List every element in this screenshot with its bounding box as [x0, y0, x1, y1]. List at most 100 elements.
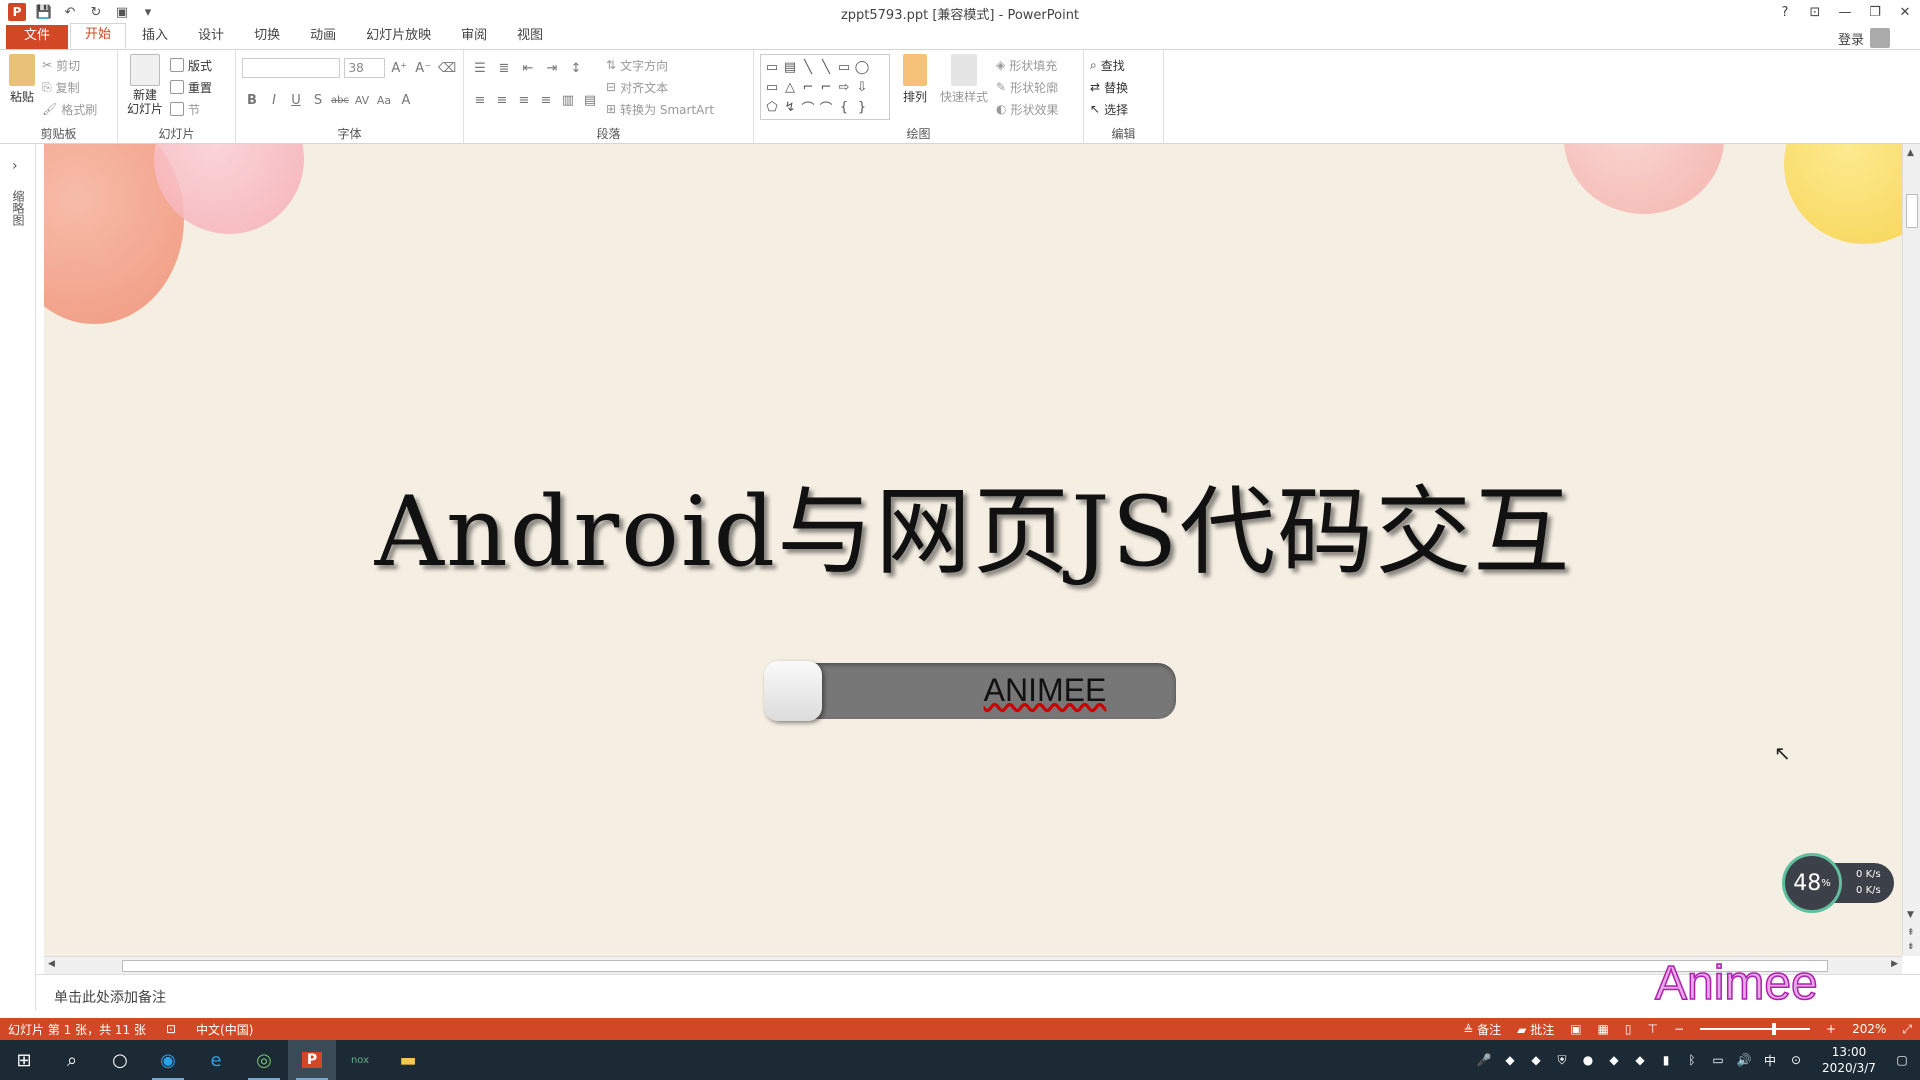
shape-item[interactable]: ⌒: [799, 97, 817, 117]
line-spacing-icon[interactable]: ↕: [566, 58, 586, 78]
horizontal-scroll-thumb[interactable]: [122, 960, 1828, 972]
comments-toggle-button[interactable]: ▰ 批注: [1517, 1021, 1554, 1038]
columns-icon[interactable]: ▤: [580, 90, 600, 110]
tab-home[interactable]: 开始: [70, 23, 127, 49]
scroll-left-icon[interactable]: ◀: [48, 959, 55, 969]
zoom-out-button[interactable]: −: [1674, 1022, 1684, 1036]
tab-slideshow[interactable]: 幻灯片放映: [352, 25, 445, 49]
shape-item[interactable]: ⬠: [763, 97, 781, 117]
fit-slide-icon[interactable]: ⤢: [1902, 1022, 1912, 1037]
align-center-icon[interactable]: ≡: [492, 90, 512, 110]
shape-item[interactable]: ▭: [763, 77, 781, 97]
layout-button[interactable]: 版式: [170, 54, 212, 76]
section-button[interactable]: 节: [170, 98, 212, 120]
redo-icon[interactable]: ↻: [88, 4, 104, 20]
scroll-right-icon[interactable]: ▶: [1891, 959, 1898, 969]
zoom-level[interactable]: 202%: [1852, 1022, 1886, 1036]
justify-icon[interactable]: ≡: [536, 90, 556, 110]
bold-button[interactable]: B: [242, 90, 262, 110]
help-button[interactable]: ?: [1770, 0, 1800, 24]
restore-button[interactable]: ❐: [1860, 0, 1890, 24]
cortana-icon[interactable]: ○: [96, 1040, 144, 1080]
nox-player-icon[interactable]: nox: [336, 1040, 384, 1080]
numbering-icon[interactable]: ≣: [494, 58, 514, 78]
minimize-button[interactable]: —: [1830, 0, 1860, 24]
tab-design[interactable]: 设计: [184, 25, 238, 49]
vertical-scrollbar[interactable]: ▲ ▼ ⇞ ⇟: [1902, 144, 1920, 956]
tray-app-icon[interactable]: ◆: [1632, 1052, 1648, 1068]
tab-review[interactable]: 审阅: [447, 25, 501, 49]
font-color-button[interactable]: A: [396, 90, 416, 110]
shape-effects-button[interactable]: ◐ 形状效果: [996, 98, 1059, 120]
bluetooth-icon[interactable]: ᛒ: [1684, 1052, 1700, 1068]
clear-formatting-icon[interactable]: ⌫: [437, 58, 457, 78]
tray-app-icon[interactable]: ◆: [1502, 1052, 1518, 1068]
slide-sorter-icon[interactable]: ▦: [1598, 1022, 1609, 1036]
previous-slide-icon[interactable]: ⇞: [1907, 928, 1915, 938]
android-studio-icon[interactable]: ◎: [240, 1040, 288, 1080]
shape-item[interactable]: ▭: [835, 57, 853, 77]
slide-counter[interactable]: 幻灯片 第 1 张，共 11 张: [8, 1021, 146, 1038]
input-mode-icon[interactable]: ⊙: [1788, 1052, 1804, 1068]
character-spacing-button[interactable]: AV: [352, 90, 372, 110]
shrink-font-icon[interactable]: A⁻: [413, 58, 433, 78]
shape-item[interactable]: ◯: [853, 57, 871, 77]
file-explorer-icon[interactable]: ▬: [384, 1040, 432, 1080]
close-button[interactable]: ✕: [1890, 0, 1920, 24]
save-icon[interactable]: 💾: [36, 4, 52, 20]
internet-explorer-icon[interactable]: e: [192, 1040, 240, 1080]
shape-item[interactable]: ⌒: [817, 97, 835, 117]
arrange-button[interactable]: 排列: [898, 54, 932, 120]
quick-styles-button[interactable]: 快速样式: [940, 54, 988, 120]
tab-insert[interactable]: 插入: [128, 25, 182, 49]
tray-app-icon[interactable]: ◆: [1528, 1052, 1544, 1068]
shape-item[interactable]: ╲: [799, 57, 817, 77]
shape-item[interactable]: ▭: [763, 57, 781, 77]
grow-font-icon[interactable]: A⁺: [389, 58, 409, 78]
slide-canvas[interactable]: Android与网页JS代码交互 ANIMEE ↖ 0 K/s 0 K/s 48…: [44, 144, 1902, 956]
cut-button[interactable]: ✂ 剪切: [42, 54, 97, 76]
ime-indicator[interactable]: 中: [1762, 1052, 1778, 1068]
vertical-scroll-thumb[interactable]: [1906, 194, 1918, 228]
start-from-beginning-icon[interactable]: ▣: [114, 4, 130, 20]
decrease-indent-icon[interactable]: ⇤: [518, 58, 538, 78]
bullets-icon[interactable]: ☰: [470, 58, 490, 78]
shape-fill-button[interactable]: ◈ 形状填充: [996, 54, 1059, 76]
shapes-gallery[interactable]: ▭ ▤ ╲ ╲ ▭ ◯ ▭ △ ⌐ ⌐ ⇨ ⇩ ⬠ ↯ ⌒ ⌒ { }: [760, 54, 890, 120]
search-icon[interactable]: ⌕: [48, 1040, 96, 1080]
ribbon-display-options-button[interactable]: ⊡: [1800, 0, 1830, 24]
nvidia-icon[interactable]: ▮: [1658, 1052, 1674, 1068]
undo-icon[interactable]: ↶: [62, 4, 78, 20]
align-right-icon[interactable]: ≡: [514, 90, 534, 110]
change-case-button[interactable]: Aa: [374, 90, 394, 110]
align-text-button[interactable]: ⊟ 对齐文本: [606, 76, 714, 98]
tab-transitions[interactable]: 切换: [240, 25, 294, 49]
distributed-icon[interactable]: ▥: [558, 90, 578, 110]
notifications-icon[interactable]: ▢: [1894, 1052, 1910, 1068]
volume-icon[interactable]: 🔊: [1736, 1052, 1752, 1068]
scroll-up-icon[interactable]: ▲: [1907, 148, 1914, 158]
zoom-in-button[interactable]: +: [1826, 1022, 1836, 1036]
windows-start-icon[interactable]: ⊞: [0, 1040, 48, 1080]
network-icon[interactable]: ▭: [1710, 1052, 1726, 1068]
next-slide-icon[interactable]: ⇟: [1907, 942, 1915, 952]
customize-qat-icon[interactable]: ▾: [140, 4, 156, 20]
clock[interactable]: 13:00 2020/3/7: [1814, 1044, 1884, 1076]
powerpoint-taskbar-icon[interactable]: P: [288, 1040, 336, 1080]
increase-indent-icon[interactable]: ⇥: [542, 58, 562, 78]
spelling-check-icon[interactable]: ⊡: [166, 1022, 176, 1036]
microphone-icon[interactable]: 🎤: [1476, 1052, 1492, 1068]
shape-outline-button[interactable]: ✎ 形状轮廓: [996, 76, 1059, 98]
strikethrough-button[interactable]: abc: [330, 90, 350, 110]
select-button[interactable]: ↖ 选择: [1090, 98, 1157, 120]
shape-item[interactable]: ⌐: [817, 77, 835, 97]
shape-item[interactable]: ▤: [781, 57, 799, 77]
slide-title[interactable]: Android与网页JS代码交互: [44, 454, 1902, 593]
tab-file[interactable]: 文件: [6, 25, 69, 49]
copy-button[interactable]: ⎘ 复制: [42, 76, 97, 98]
align-left-icon[interactable]: ≡: [470, 90, 490, 110]
shape-item[interactable]: }: [853, 97, 871, 117]
text-direction-button[interactable]: ⇅ 文字方向: [606, 54, 714, 76]
notes-pane[interactable]: 单击此处添加备注: [36, 974, 1920, 1018]
language-indicator[interactable]: 中文(中国): [196, 1021, 253, 1038]
